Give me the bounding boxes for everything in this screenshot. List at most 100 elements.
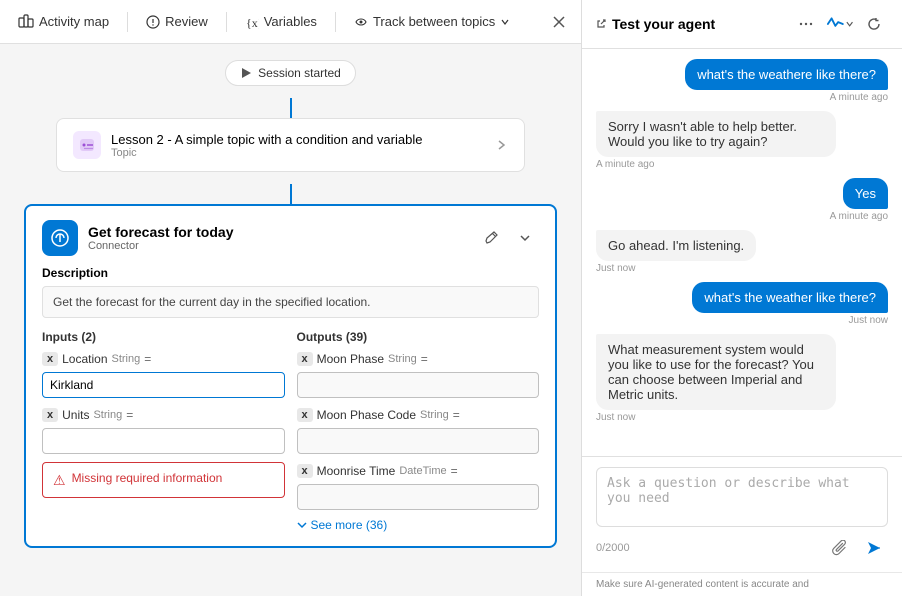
input-units-badge: x xyxy=(42,408,58,422)
see-more-label: See more (36) xyxy=(311,518,388,532)
chat-title-area: Test your agent xyxy=(596,16,715,32)
char-count: 0/2000 xyxy=(596,542,630,554)
msg-timestamp-1: A minute ago xyxy=(830,92,888,103)
outputs-section: Outputs (39) x Moon Phase String = x Moo… xyxy=(297,330,540,532)
output-moonphase-field[interactable] xyxy=(297,372,540,398)
edit-button[interactable] xyxy=(477,224,505,252)
inputs-label: Inputs (2) xyxy=(42,330,285,344)
top-nav: Activity map Review {x} Variables Track … xyxy=(0,0,581,44)
output-row-moonphasecode: x Moon Phase Code String = xyxy=(297,408,540,422)
send-button[interactable] xyxy=(860,534,888,562)
more-options-button[interactable] xyxy=(792,10,820,38)
chat-title: Test your agent xyxy=(612,16,715,32)
nav-track-between-topics[interactable]: Track between topics xyxy=(344,8,520,35)
msg-bot-1: Sorry I wasn't able to help better. Woul… xyxy=(596,111,836,157)
msg-timestamp-5: Just now xyxy=(849,315,888,326)
msg-bot-3: What measurement system would you like t… xyxy=(596,334,836,410)
io-grid: Inputs (2) x Location String = x Units S… xyxy=(42,330,539,532)
chat-header: Test your agent xyxy=(582,0,902,49)
nav-sep-2 xyxy=(226,12,227,32)
connector-line-mid xyxy=(290,184,292,204)
msg-group-5: what's the weather like there? Just now xyxy=(596,282,888,326)
msg-timestamp-2: A minute ago xyxy=(596,159,654,170)
msg-user-3: what's the weather like there? xyxy=(692,282,888,313)
output-moonphasecode-field[interactable] xyxy=(297,428,540,454)
input-units-field[interactable] xyxy=(42,428,285,454)
input-units-type: String xyxy=(93,409,122,421)
left-panel: Activity map Review {x} Variables Track … xyxy=(0,0,582,596)
close-icon xyxy=(553,16,565,28)
topic-node[interactable]: Lesson 2 - A simple topic with a conditi… xyxy=(56,118,525,172)
msg-group-2: Sorry I wasn't able to help better. Woul… xyxy=(596,111,888,170)
connector-node-title: Get forecast for today xyxy=(88,224,233,240)
output-moonrisetime-name: Moonrise Time xyxy=(317,464,396,478)
brand-logo-icon xyxy=(826,16,845,32)
input-row-location: x Location String = xyxy=(42,352,285,366)
brand-icon-button[interactable] xyxy=(826,10,854,38)
input-units-eq: = xyxy=(126,408,133,422)
chat-input-footer: 0/2000 xyxy=(596,534,888,562)
connector-node-icon xyxy=(42,220,78,256)
attach-button[interactable] xyxy=(826,534,854,562)
nav-variables-label: Variables xyxy=(264,14,317,29)
topic-node-title: Lesson 2 - A simple topic with a conditi… xyxy=(111,132,422,147)
input-location-badge: x xyxy=(42,352,58,366)
msg-group-4: Go ahead. I'm listening. Just now xyxy=(596,230,888,274)
msg-bot-2: Go ahead. I'm listening. xyxy=(596,230,756,261)
refresh-icon xyxy=(867,17,881,31)
chevron-down-icon xyxy=(500,17,510,27)
topic-icon xyxy=(73,131,101,159)
topic-node-left: Lesson 2 - A simple topic with a conditi… xyxy=(73,131,422,159)
collapse-button[interactable] xyxy=(511,224,539,252)
output-moonphasecode-badge: x xyxy=(297,408,313,422)
refresh-button[interactable] xyxy=(860,10,888,38)
msg-group-1: what's the weathere like there? A minute… xyxy=(596,59,888,103)
connector-title-area: Get forecast for today Connector xyxy=(42,220,233,256)
play-icon xyxy=(240,67,252,79)
connector-actions xyxy=(477,224,539,252)
output-moonrisetime-badge: x xyxy=(297,464,313,478)
output-moonphasecode-name: Moon Phase Code xyxy=(317,408,416,422)
nav-close-button[interactable] xyxy=(545,8,573,36)
chat-header-actions xyxy=(792,10,888,38)
output-moonphase-name: Moon Phase xyxy=(317,352,384,366)
input-location-field[interactable] xyxy=(42,372,285,398)
review-icon xyxy=(146,15,160,29)
connector-title-info: Get forecast for today Connector xyxy=(88,224,233,252)
session-started-button[interactable]: Session started xyxy=(225,60,356,86)
nav-variables[interactable]: {x} Variables xyxy=(235,8,327,35)
topic-node-info: Lesson 2 - A simple topic with a conditi… xyxy=(111,132,422,159)
output-moonphase-type: String xyxy=(388,353,417,365)
msg-timestamp-4: Just now xyxy=(596,263,635,274)
chat-input[interactable] xyxy=(596,467,888,527)
error-text: Missing required information xyxy=(72,471,223,485)
nav-activity-map[interactable]: Activity map xyxy=(8,8,119,36)
input-location-eq: = xyxy=(144,352,151,366)
see-more-button[interactable]: See more (36) xyxy=(297,518,540,532)
send-icon xyxy=(866,540,882,556)
error-box: ⚠ Missing required information xyxy=(42,462,285,498)
description-text: Get the forecast for the current day in … xyxy=(42,286,539,318)
nav-sep-1 xyxy=(127,12,128,32)
nav-review[interactable]: Review xyxy=(136,8,218,35)
output-moonrisetime-field[interactable] xyxy=(297,484,540,510)
connector-header: Get forecast for today Connector xyxy=(42,220,539,256)
msg-group-3: Yes A minute ago xyxy=(596,178,888,222)
outputs-label: Outputs (39) xyxy=(297,330,540,344)
inputs-section: Inputs (2) x Location String = x Units S… xyxy=(42,330,285,532)
output-moonphasecode-type: String xyxy=(420,409,449,421)
variables-icon: {x} xyxy=(245,15,259,29)
more-icon xyxy=(798,16,814,32)
output-row-moonphase: x Moon Phase String = xyxy=(297,352,540,366)
right-panel: Test your agent xyxy=(582,0,902,596)
chevron-right-icon xyxy=(496,139,508,151)
session-started-container: Session started xyxy=(16,60,565,86)
msg-user-1: what's the weathere like there? xyxy=(685,59,888,90)
chat-messages: what's the weathere like there? A minute… xyxy=(582,49,902,456)
expand-icon xyxy=(596,19,606,29)
input-row-units: x Units String = xyxy=(42,408,285,422)
input-units-name: Units xyxy=(62,408,89,422)
error-icon: ⚠ xyxy=(53,472,66,489)
msg-user-2: Yes xyxy=(843,178,888,209)
brand-chevron-icon xyxy=(845,19,854,29)
